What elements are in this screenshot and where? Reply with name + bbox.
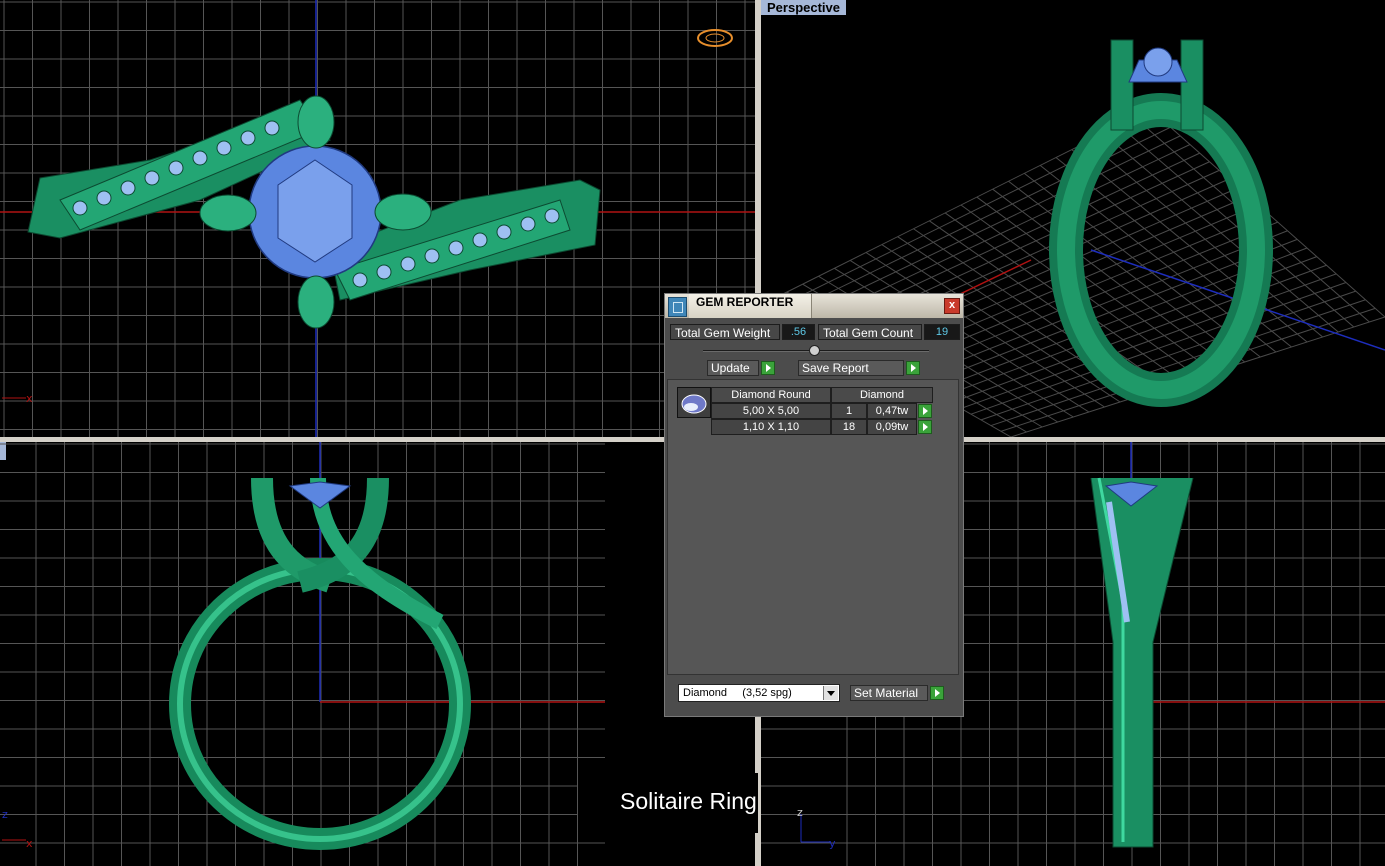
- total-gem-count-value: 19: [924, 324, 960, 340]
- axis-x-label-front: x: [26, 837, 33, 850]
- gem-reporter-icon: [668, 297, 687, 317]
- row-weight: 0,09tw: [867, 419, 917, 435]
- row-size: 1,10 X 1,10: [711, 419, 831, 435]
- viewport-label-perspective[interactable]: Perspective: [761, 0, 846, 15]
- diamond-round-icon[interactable]: [677, 387, 711, 418]
- axis-y-label: y: [829, 837, 836, 850]
- row-quantity: 1: [831, 403, 867, 419]
- dialog-title: GEM REPORTER: [696, 295, 794, 309]
- axis-x-label: x: [26, 392, 33, 405]
- update-go-icon[interactable]: [761, 361, 775, 375]
- chevron-down-icon[interactable]: [823, 686, 838, 700]
- save-report-go-icon[interactable]: [906, 361, 920, 375]
- set-material-button[interactable]: Set Material: [850, 685, 928, 701]
- gem-list-panel: Diamond Round Diamond 5,00 X 5,00 1 0,47…: [667, 379, 959, 675]
- update-button[interactable]: Update: [707, 360, 759, 376]
- total-gem-weight-value: .56: [782, 324, 815, 340]
- axis-z-label: z: [2, 808, 8, 821]
- material-select-value: Diamond (3,52 spg): [683, 687, 792, 699]
- set-material-go-icon[interactable]: [930, 686, 944, 700]
- ring-top-view: [27, 95, 601, 329]
- ring-perspective-view: [1049, 39, 1273, 407]
- total-gem-count-label: Total Gem Count: [818, 324, 922, 340]
- axis-z-label-side: z: [797, 806, 803, 819]
- row-quantity: 18: [831, 419, 867, 435]
- total-gem-weight-label: Total Gem Weight: [670, 324, 780, 340]
- table-header-shape: Diamond Round: [711, 387, 831, 403]
- row-select-go-icon[interactable]: [918, 420, 932, 434]
- gem-reporter-dialog: GEM REPORTER x Total Gem Weight .56 Tota…: [664, 293, 964, 717]
- row-weight: 0,47tw: [867, 403, 917, 419]
- close-icon[interactable]: x: [944, 298, 960, 314]
- ring-side-view: [1090, 477, 1194, 848]
- camera-icon: [697, 29, 733, 47]
- table-header-material: Diamond: [831, 387, 933, 403]
- top-view-canvas: x: [0, 0, 755, 437]
- slider-handle[interactable]: [809, 345, 820, 356]
- material-select[interactable]: Diamond (3,52 spg): [678, 684, 840, 702]
- save-report-button[interactable]: Save Report: [798, 360, 904, 376]
- row-size: 5,00 X 5,00: [711, 403, 831, 419]
- dialog-title-bar[interactable]: GEM REPORTER x: [665, 294, 963, 318]
- caption-text: Solitaire Ring: [578, 773, 758, 833]
- viewport-top[interactable]: x: [0, 0, 755, 437]
- row-select-go-icon[interactable]: [918, 404, 932, 418]
